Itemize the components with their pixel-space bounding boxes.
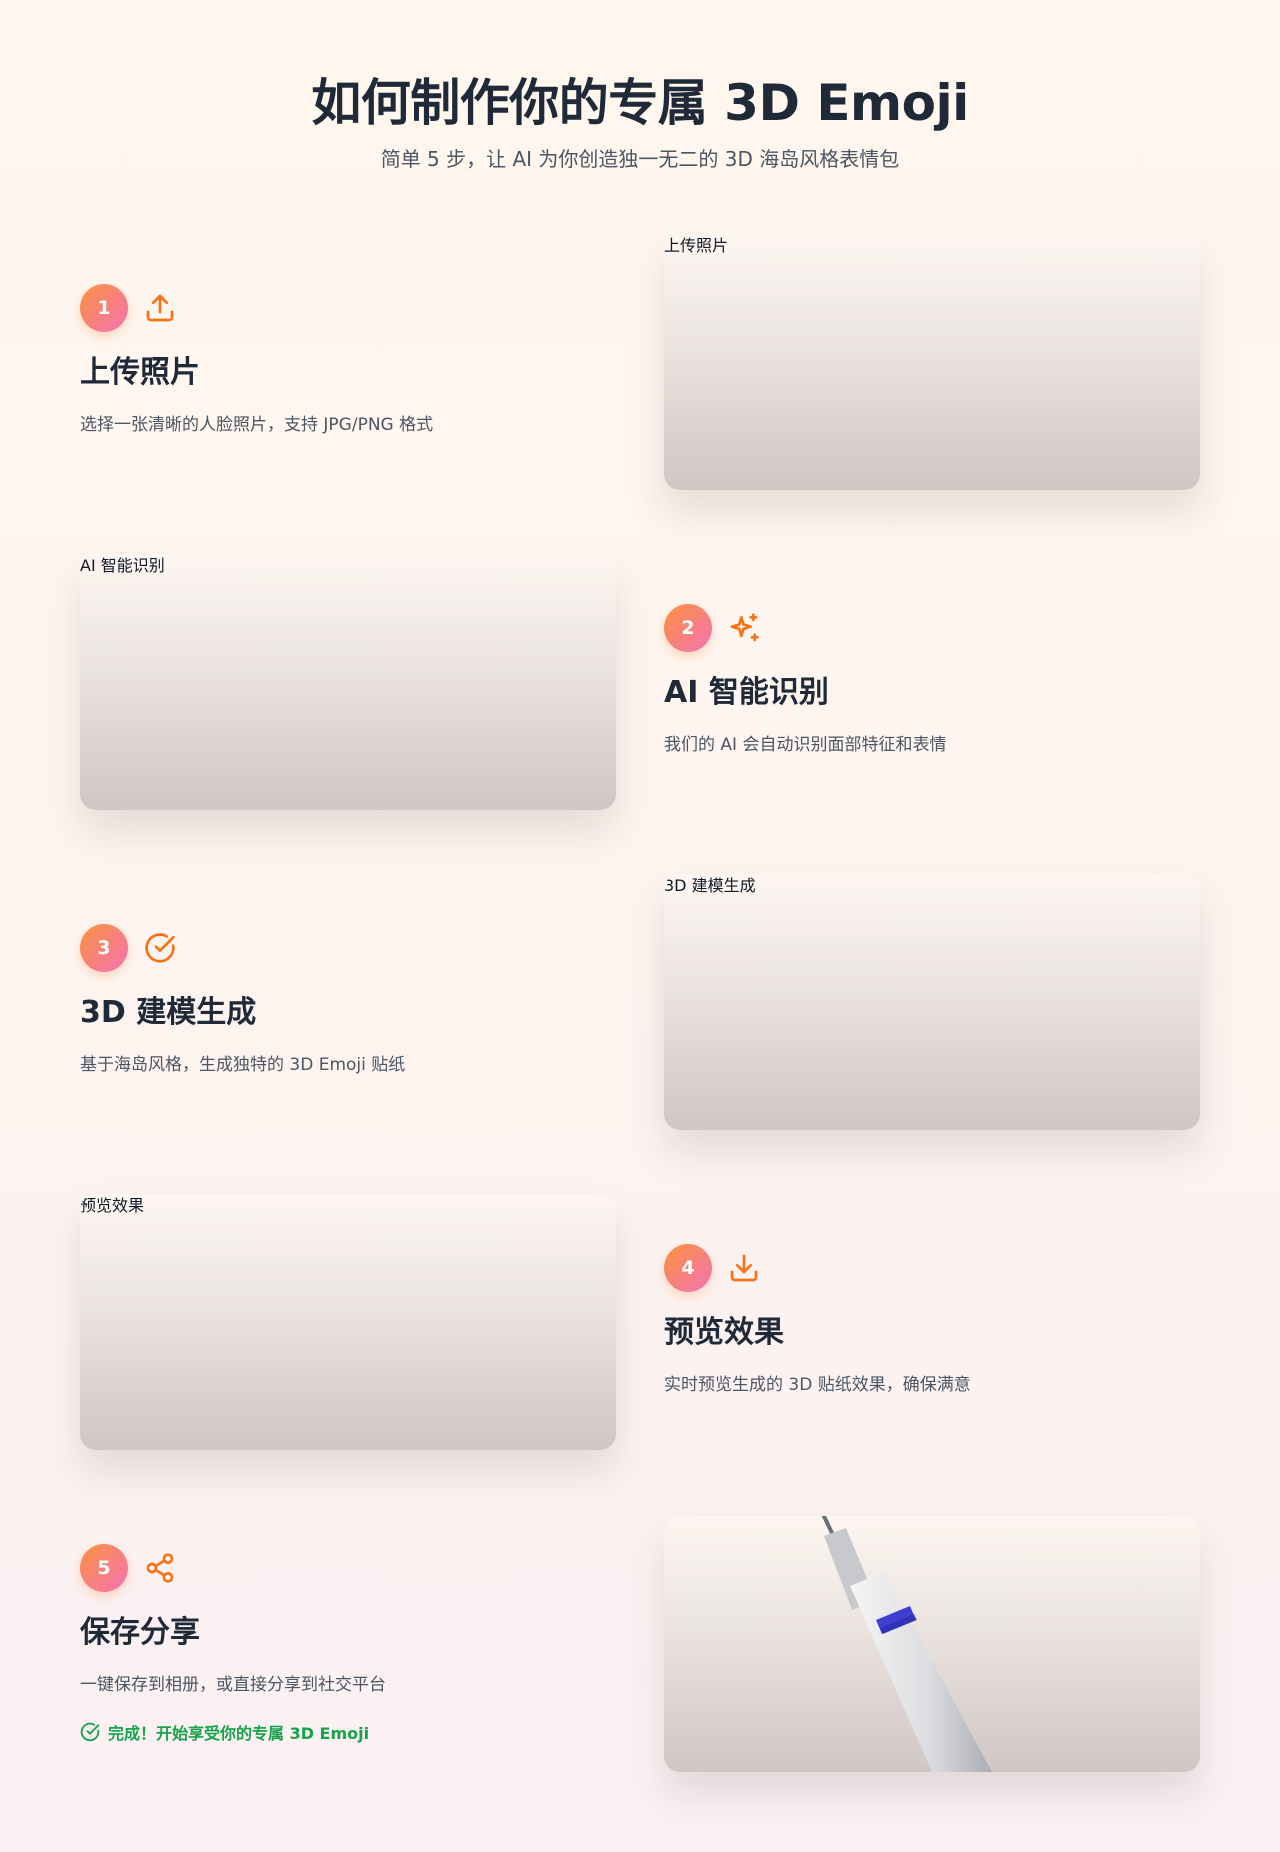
- image-alt-label: AI 智能识别: [80, 556, 165, 575]
- step-1-image: 上传照片: [664, 234, 1200, 490]
- step-3-image: 3D 建模生成: [664, 874, 1200, 1130]
- step-title: AI 智能识别: [664, 675, 829, 710]
- step-3-text: 3 3D 建模生成 基于海岛风格，生成独特的 3D Emoji 贴纸: [80, 924, 616, 1078]
- step-title: 预览效果: [664, 1315, 784, 1350]
- step-2-badge-row: 2: [664, 604, 1200, 652]
- step-5-text: 5 保存分享 一键保存到相册，或直接分享到社交平台 完成！开始享受你的专属 3D…: [80, 1544, 616, 1744]
- step-description: 一键保存到相册，或直接分享到社交平台: [80, 1675, 386, 1695]
- check-circle-icon: [80, 1722, 100, 1742]
- completion-message: 完成！开始享受你的专属 3D Emoji: [80, 1720, 616, 1744]
- step-description: 基于海岛风格，生成独特的 3D Emoji 贴纸: [80, 1055, 406, 1075]
- step-1: 1 上传照片 选择一张清晰的人脸照片，支持 JPG/PNG 格式 上传照片: [0, 232, 1280, 492]
- page-subtitle: 简单 5 步，让 AI 为你创造独一无二的 3D 海岛风格表情包: [380, 147, 900, 171]
- stylus-pen-illustration: [821, 1516, 992, 1772]
- step-2-image: AI 智能识别: [80, 554, 616, 810]
- download-icon: [728, 1252, 760, 1284]
- page-title: 如何制作你的专属 3D Emoji: [311, 74, 969, 132]
- step-number-badge: 5: [80, 1544, 128, 1592]
- completion-text: 完成！开始享受你的专属 3D Emoji: [108, 1724, 370, 1743]
- step-5-image: [664, 1516, 1200, 1772]
- step-title: 保存分享: [80, 1615, 200, 1650]
- step-1-badge-row: 1: [80, 284, 616, 332]
- step-4-text: 4 预览效果 实时预览生成的 3D 贴纸效果，确保满意: [664, 1244, 1200, 1398]
- sparkles-icon: [728, 612, 760, 644]
- step-4-badge-row: 4: [664, 1244, 1200, 1292]
- step-5: 5 保存分享 一键保存到相册，或直接分享到社交平台 完成！开始享受你的专属 3D…: [0, 1512, 1280, 1772]
- step-5-badge-row: 5: [80, 1544, 616, 1592]
- step-2-text: 2 AI 智能识别 我们的 AI 会自动识别面部特征和表情: [664, 604, 1200, 758]
- step-number-badge: 4: [664, 1244, 712, 1292]
- step-description: 选择一张清晰的人脸照片，支持 JPG/PNG 格式: [80, 415, 434, 435]
- step-number-badge: 1: [80, 284, 128, 332]
- step-number-badge: 2: [664, 604, 712, 652]
- share-icon: [144, 1552, 176, 1584]
- step-number-badge: 3: [80, 924, 128, 972]
- step-4: 预览效果 4 预览效果 实时预览生成的 3D 贴纸效果，确保满意: [0, 1192, 1280, 1452]
- check-circle-icon: [144, 932, 176, 964]
- step-description: 实时预览生成的 3D 贴纸效果，确保满意: [664, 1375, 971, 1395]
- upload-icon: [144, 292, 176, 324]
- page-header: 如何制作你的专属 3D Emoji 简单 5 步，让 AI 为你创造独一无二的 …: [0, 68, 1280, 174]
- step-3-badge-row: 3: [80, 924, 616, 972]
- image-alt-label: 预览效果: [80, 1196, 145, 1215]
- step-2: AI 智能识别 2 AI 智能识别 我们的 AI 会自动识别面部特征和表情: [0, 552, 1280, 812]
- step-title: 上传照片: [80, 355, 200, 390]
- step-3: 3 3D 建模生成 基于海岛风格，生成独特的 3D Emoji 贴纸 3D 建模…: [0, 872, 1280, 1132]
- image-alt-label: 3D 建模生成: [664, 876, 756, 895]
- step-title: 3D 建模生成: [80, 995, 257, 1030]
- step-description: 我们的 AI 会自动识别面部特征和表情: [664, 735, 947, 755]
- image-alt-label: 上传照片: [664, 236, 729, 255]
- step-1-text: 1 上传照片 选择一张清晰的人脸照片，支持 JPG/PNG 格式: [80, 284, 616, 438]
- step-4-image: 预览效果: [80, 1194, 616, 1450]
